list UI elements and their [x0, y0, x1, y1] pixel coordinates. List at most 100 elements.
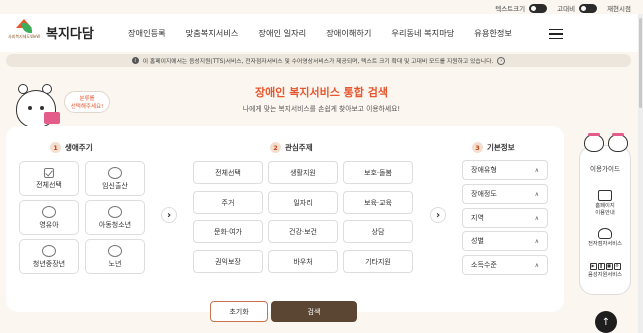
nav-item-useful-info[interactable]: 유용한정보 [464, 27, 522, 39]
select-disability-type[interactable]: 장애유형 ∧ [462, 160, 548, 180]
interest-option-counsel[interactable]: 상담 [343, 220, 413, 243]
section-basic-info: 3 기본정보 [472, 142, 515, 153]
nav-item-local-welfare[interactable]: 우리동네 복지마당 [381, 27, 464, 39]
select-gender[interactable]: 성별 ∧ [462, 231, 548, 251]
interest-option-education[interactable]: 보육·교육 [343, 191, 413, 214]
utility-bar: 텍스트크기 고대비 재현시점 [495, 3, 631, 13]
card-icon [44, 112, 60, 124]
next-step-button-2[interactable]: › [430, 207, 446, 223]
nav-item-registration[interactable]: 장애인등록 [118, 27, 176, 39]
site-logo[interactable]: 사회복지제도WeW 복지다담 [8, 19, 94, 45]
section-label: 생애주기 [65, 143, 93, 152]
next-step-button-1[interactable]: › [161, 207, 177, 223]
media-controls: ▶ ❚ ■ ⚙ [589, 263, 621, 270]
guide-mascots [584, 133, 628, 152]
logo-text: 복지다담 [46, 25, 94, 41]
baby-icon [42, 205, 56, 218]
life-option-pregnancy[interactable]: 임신출산 [85, 161, 145, 196]
reset-button[interactable]: 초기화 [210, 301, 268, 322]
pause-icon: ❚ [597, 263, 605, 270]
notice-arrow-icon[interactable]: › [497, 56, 506, 65]
reset-view-link[interactable]: 재현시점 [607, 3, 631, 13]
scroll-top-button[interactable]: ↑ [595, 311, 617, 333]
interest-option-jobs[interactable]: 일자리 [268, 191, 338, 214]
nav-item-understanding[interactable]: 장애이해하기 [316, 27, 381, 39]
life-option-infant[interactable]: 영유아 [19, 200, 79, 235]
interest-option-housing[interactable]: 주거 [193, 191, 263, 214]
guide-label: 음성지원서비스 [587, 272, 623, 278]
chevron-up-icon: ∧ [534, 190, 539, 198]
select-label: 성별 [471, 237, 484, 245]
option-label: 노년 [108, 259, 122, 268]
contrast-label: 고대비 [557, 5, 576, 13]
text-size-toggle[interactable] [529, 3, 548, 13]
pregnancy-icon [108, 166, 122, 179]
life-option-all[interactable]: 전체선택 [19, 161, 79, 196]
nav-item-custom-welfare[interactable]: 맞춤복지서비스 [176, 27, 249, 39]
life-option-youth[interactable]: 아동청소년 [85, 200, 145, 235]
page-subtitle: 나에게 맞는 복지서비스를 손쉽게 찾아보고 이용하세요! [242, 105, 401, 113]
option-label: 아동청소년 [98, 220, 132, 229]
senior-icon [108, 244, 122, 257]
step-badge: 3 [472, 142, 483, 153]
contrast-toggle[interactable] [579, 3, 598, 13]
site-header: 사회복지제도WeW 복지다담 장애인등록 맞춤복지서비스 장애인 일자리 장애이… [0, 14, 643, 52]
chevron-up-icon: ∧ [534, 261, 539, 269]
menu-icon[interactable] [549, 29, 563, 39]
section-life-cycle: 1 생애주기 [50, 142, 93, 153]
search-button[interactable]: 검색 [271, 301, 357, 322]
option-label: 영유아 [39, 220, 59, 229]
select-disability-degree[interactable]: 장애정도 ∧ [462, 184, 548, 204]
text-size-label: 텍스트크기 [495, 5, 526, 13]
guide-label: 이용안내 [595, 209, 615, 216]
option-label: 임신출산 [102, 181, 128, 190]
adult-icon [42, 244, 56, 257]
interest-option-rights[interactable]: 권익보장 [193, 250, 263, 273]
chevron-up-icon: ∧ [534, 166, 539, 174]
section-label: 기본정보 [487, 143, 515, 152]
select-region[interactable]: 지역 ∧ [462, 208, 548, 228]
step-badge: 2 [270, 142, 281, 153]
interest-option-all[interactable]: 전체선택 [193, 161, 263, 184]
select-label: 장애정도 [471, 190, 497, 198]
life-option-senior[interactable]: 노년 [85, 239, 145, 274]
logo-subtext: 사회복지제도WeW [8, 34, 41, 39]
interest-option-health[interactable]: 건강·보건 [268, 220, 338, 243]
interest-option-voucher[interactable]: 바우처 [268, 250, 338, 273]
main-nav: 장애인등록 맞춤복지서비스 장애인 일자리 장애이해하기 우리동네 복지마당 유… [118, 14, 522, 52]
section-interest: 2 관심주제 [270, 142, 313, 153]
select-label: 장애유형 [471, 166, 497, 174]
interest-option-living[interactable]: 생활지원 [268, 161, 338, 184]
chevron-up-icon: ∧ [534, 214, 539, 222]
mascot-icon [608, 133, 628, 152]
select-income[interactable]: 소득수준 ∧ [462, 255, 548, 275]
text-size-control[interactable]: 텍스트크기 [495, 3, 548, 13]
stop-icon: ■ [605, 263, 613, 270]
logo-icon: 사회복지제도WeW [8, 19, 42, 45]
select-label: 소득수준 [471, 261, 497, 269]
guide-title: 이용가이드 [590, 165, 620, 173]
option-label: 전체선택 [36, 180, 62, 189]
accessibility-notice: i 이 홈페이지에서는 음성지원(TTS)서비스, 전자점자서비스 및 수어영상… [6, 54, 631, 67]
guide-homepage-help[interactable]: 홈페이지 이용안내 [579, 190, 631, 216]
check-icon [44, 167, 54, 178]
notice-text: 이 홈페이지에서는 음성지원(TTS)서비스, 전자점자서비스 및 수어영상서비… [142, 59, 494, 65]
guide-braille-service[interactable]: 전자점자서비스 [579, 228, 631, 248]
option-label: 청년중장년 [32, 259, 66, 268]
section-label: 관심주제 [285, 143, 313, 152]
interest-option-care[interactable]: 보호·돌봄 [343, 161, 413, 184]
select-label: 지역 [471, 214, 484, 222]
guide-label: 전자점자서비스 [587, 241, 623, 247]
info-icon: i [131, 57, 139, 64]
contrast-control[interactable]: 고대비 [557, 3, 598, 13]
interest-option-other[interactable]: 기타지원 [343, 250, 413, 273]
life-option-adult[interactable]: 청년중장년 [19, 239, 79, 274]
nav-item-jobs[interactable]: 장애인 일자리 [248, 27, 316, 39]
child-icon [108, 205, 122, 218]
chevron-up-icon: ∧ [534, 237, 539, 245]
guide-voice-service[interactable]: ▶ ❚ ■ ⚙ 음성지원서비스 [579, 263, 631, 279]
play-icon: ▶ [589, 263, 597, 270]
monitor-icon [598, 190, 612, 201]
interest-option-culture[interactable]: 문화·여가 [193, 220, 263, 243]
page-title: 장애인 복지서비스 통합 검색 [255, 86, 388, 99]
